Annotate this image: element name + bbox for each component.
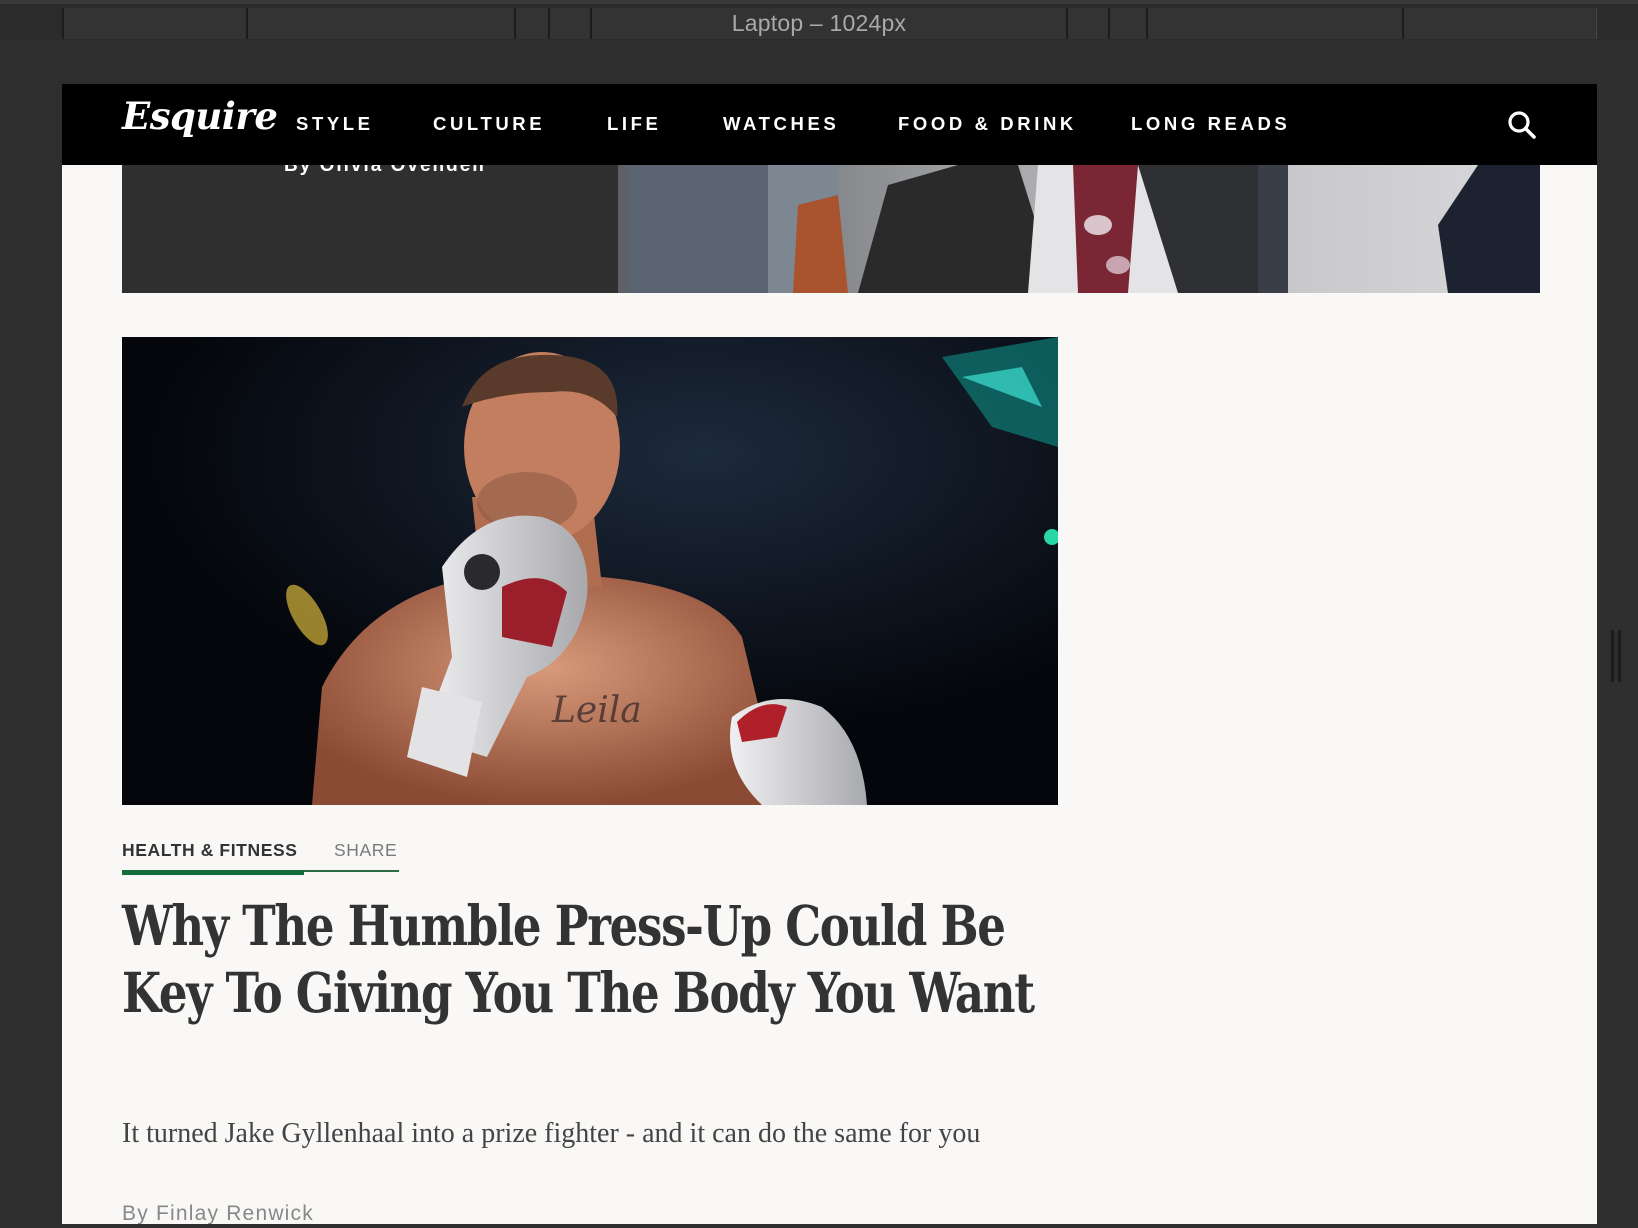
nav-item-style[interactable]: STYLE bbox=[296, 113, 374, 135]
previous-article-info: By Olivia Ovenden bbox=[122, 155, 618, 293]
category-underline bbox=[122, 870, 304, 875]
article-standfirst: It turned Jake Gyllenhaal into a prize f… bbox=[122, 1118, 981, 1149]
article-category-link[interactable]: HEALTH & FITNESS bbox=[122, 840, 298, 861]
search-icon[interactable] bbox=[1507, 110, 1537, 140]
boxer-photo: Leila bbox=[122, 337, 1058, 805]
suited-man-photo bbox=[618, 165, 1540, 293]
share-button[interactable]: SHARE bbox=[334, 840, 397, 861]
chest-tattoo: Leila bbox=[551, 690, 642, 731]
nav-item-food-drink[interactable]: FOOD & DRINK bbox=[898, 113, 1077, 135]
nav-item-culture[interactable]: CULTURE bbox=[433, 113, 545, 135]
article-hero-image[interactable]: Leila bbox=[122, 337, 1058, 805]
article-headline[interactable]: Why The Humble Press-Up Could Be Key To … bbox=[122, 892, 1065, 1026]
viewport-resize-handle[interactable] bbox=[1611, 630, 1621, 682]
device-toolbar: Laptop – 1024px bbox=[0, 0, 1638, 40]
article-author[interactable]: By Finlay Renwick bbox=[122, 1202, 314, 1224]
article-tag-row: HEALTH & FITNESS SHARE bbox=[122, 836, 399, 875]
previous-article-card[interactable]: By Olivia Ovenden bbox=[122, 155, 1597, 293]
site-navbar: Esquire STYLE CULTURE LIFE WATCHES FOOD … bbox=[62, 84, 1597, 165]
device-size-label: Laptop – 1024px bbox=[731, 10, 907, 36]
site-viewport: Esquire STYLE CULTURE LIFE WATCHES FOOD … bbox=[62, 84, 1597, 1224]
previous-article-image[interactable] bbox=[618, 165, 1540, 293]
nav-item-life[interactable]: LIFE bbox=[607, 113, 661, 135]
site-logo[interactable]: Esquire bbox=[122, 94, 278, 138]
nav-item-watches[interactable]: WATCHES bbox=[723, 113, 839, 135]
nav-item-long-reads[interactable]: LONG READS bbox=[1131, 113, 1290, 135]
